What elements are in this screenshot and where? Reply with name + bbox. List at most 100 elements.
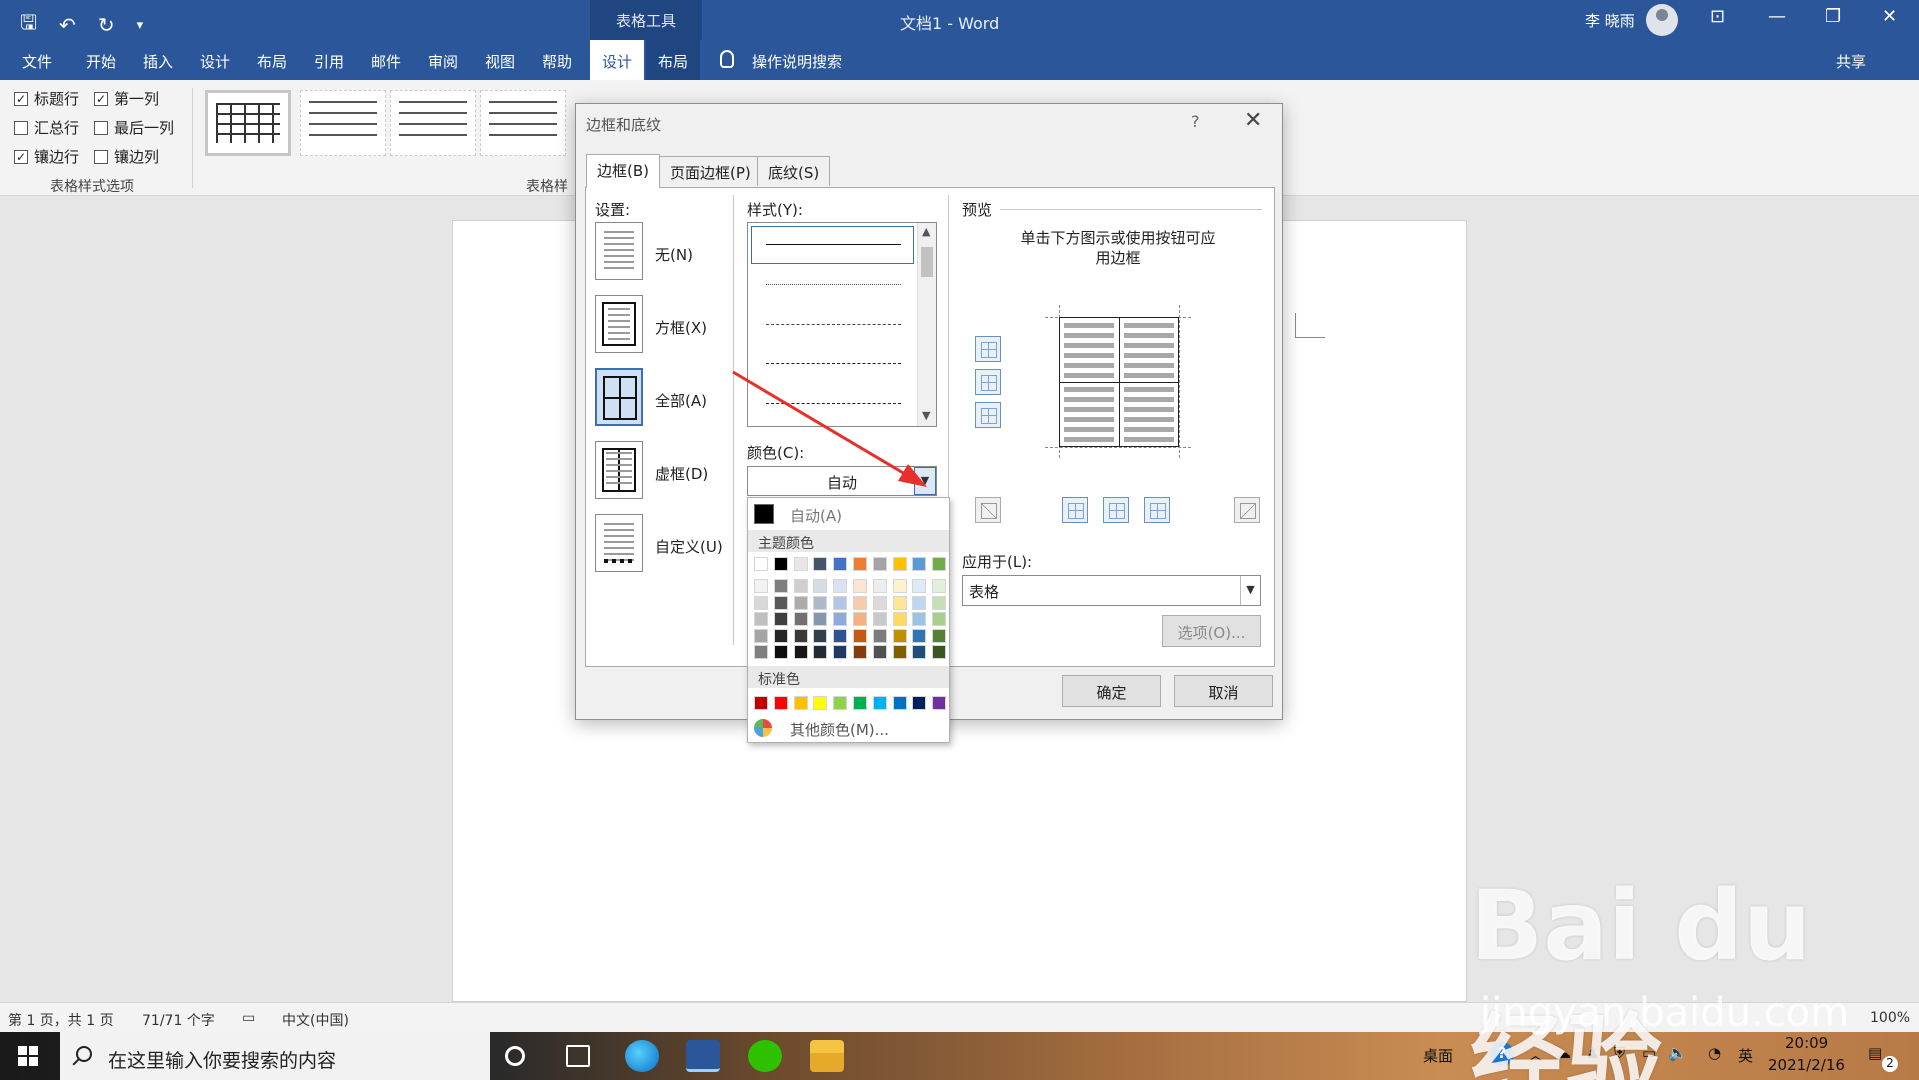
ok-button[interactable]: 确定 [1062,675,1161,707]
checkbox[interactable] [94,149,108,164]
tab-page-border[interactable]: 页面边框(P) [659,156,762,186]
left-border-button[interactable] [1062,497,1088,523]
color-swatch[interactable] [813,595,828,610]
option-banded-columns[interactable]: 镶边列 [94,146,159,167]
checkbox[interactable]: ✓ [94,91,108,106]
color-swatch[interactable] [872,645,887,659]
checkbox[interactable]: ✓ [14,91,28,106]
color-swatch[interactable] [932,628,947,643]
word-icon[interactable] [686,1040,720,1072]
tab-file[interactable]: 文件 [22,51,52,72]
inside-vertical-border-button[interactable] [1103,497,1129,523]
color-swatch[interactable] [892,557,907,571]
color-swatch[interactable] [793,696,808,710]
desktop-label[interactable]: 桌面 [1423,1045,1453,1066]
color-swatch[interactable] [872,557,887,571]
color-swatch[interactable] [912,645,927,659]
top-border-button[interactable] [975,336,1001,362]
taskbar-search[interactable]: 在这里输入你要搜索的内容 [60,1032,490,1080]
dialog-close-button[interactable]: ✕ [1244,108,1262,133]
setting-custom[interactable] [595,514,643,572]
color-swatch[interactable] [793,612,808,626]
avatar[interactable] [1646,4,1678,36]
option-total-row[interactable]: 汇总行 [14,117,79,138]
page-count[interactable]: 第 1 页，共 1 页 [8,1010,114,1030]
tab-review[interactable]: 审阅 [428,51,458,72]
file-explorer-icon[interactable] [810,1040,844,1072]
color-swatch[interactable] [813,645,828,659]
tab-help[interactable]: 帮助 [542,51,572,72]
checkbox[interactable] [94,120,108,135]
close-icon[interactable]: ✕ [1882,6,1897,27]
color-swatch[interactable] [773,696,788,710]
color-swatch[interactable] [892,612,907,626]
tab-table-layout[interactable]: 布局 [646,40,701,80]
color-swatch[interactable] [833,579,848,593]
color-swatch[interactable] [833,557,848,571]
color-swatch[interactable] [853,579,867,593]
color-swatch[interactable] [853,557,867,571]
style-item-selected[interactable] [751,226,914,264]
style-list-scrollbar[interactable]: ▲ ▼ [917,223,936,426]
color-swatch[interactable] [813,612,828,626]
color-swatch[interactable] [833,645,848,659]
undo-icon[interactable]: ↶ [59,13,76,37]
color-swatch[interactable] [872,628,887,643]
color-swatch[interactable] [912,628,927,643]
color-swatch[interactable] [793,579,808,593]
color-swatch[interactable] [754,696,768,710]
table-style-plain-1[interactable] [300,90,386,156]
tab-view[interactable]: 视图 [485,51,515,72]
color-swatch[interactable] [932,579,947,593]
setting-all[interactable] [595,368,643,426]
color-swatch[interactable] [853,696,867,710]
task-view-icon[interactable] [566,1045,590,1067]
border-style-list[interactable]: ▲ ▼ [747,222,937,427]
color-swatch[interactable] [833,628,848,643]
customize-qat-icon[interactable]: ▾ [137,18,144,33]
table-style-grid[interactable] [205,90,291,156]
inside-horizontal-border-button[interactable] [975,369,1001,395]
color-swatch[interactable] [833,595,848,610]
tab-references[interactable]: 引用 [314,51,344,72]
tab-borders[interactable]: 边框(B) [586,154,660,188]
diagonal-down-border-button[interactable] [1234,497,1260,523]
windows-start-icon[interactable] [18,1046,38,1066]
color-swatch[interactable] [932,696,947,710]
color-swatch[interactable] [892,628,907,643]
setting-none[interactable] [595,222,643,280]
color-swatch[interactable] [754,579,768,593]
table-style-plain-3[interactable] [480,90,566,156]
color-automatic-option[interactable]: 自动(A) [754,503,944,525]
share-button[interactable]: 共享 [1836,51,1866,72]
tab-shading[interactable]: 底纹(S) [757,156,831,186]
option-header-row[interactable]: ✓ 标题行 [14,88,79,109]
language[interactable]: 中文(中国) [282,1010,349,1030]
color-swatch[interactable] [872,579,887,593]
redo-icon[interactable]: ↻ [98,13,115,37]
color-swatch[interactable] [773,628,788,643]
color-swatch[interactable] [853,645,867,659]
color-swatch[interactable] [912,612,927,626]
proofing-icon[interactable]: ▭ [242,1010,255,1026]
setting-box-label[interactable]: 方框(X) [655,317,707,338]
color-swatch[interactable] [892,595,907,610]
color-swatch[interactable] [853,612,867,626]
color-swatch[interactable] [932,645,947,659]
color-swatch[interactable] [754,612,768,626]
color-swatch[interactable] [793,628,808,643]
tab-table-design[interactable]: 设计 [590,40,645,80]
tab-insert[interactable]: 插入 [143,51,173,72]
color-swatch[interactable] [833,612,848,626]
scroll-up-icon[interactable]: ▲ [922,225,930,238]
checkbox[interactable] [14,120,28,135]
color-swatch[interactable] [813,579,828,593]
chevron-down-icon[interactable]: ▼ [914,467,936,495]
color-swatch[interactable] [773,595,788,610]
options-button[interactable]: 选项(O)... [1162,615,1261,647]
tell-me-search[interactable]: 操作说明搜索 [752,51,842,72]
setting-custom-label[interactable]: 自定义(U) [655,536,723,557]
checkbox[interactable]: ✓ [14,149,28,164]
color-swatch[interactable] [892,696,907,710]
color-swatch[interactable] [793,645,808,659]
